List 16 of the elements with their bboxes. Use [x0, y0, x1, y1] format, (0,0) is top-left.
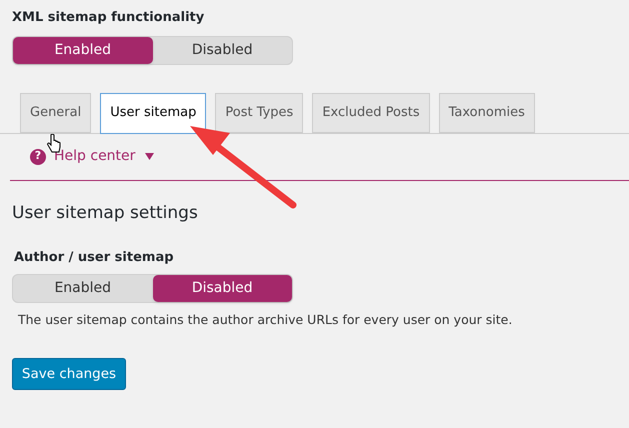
- toggle-option[interactable]: Enabled: [13, 274, 152, 302]
- tab[interactable]: Post Types: [215, 92, 304, 132]
- tab[interactable]: Excluded Posts: [312, 92, 430, 132]
- field-label: Author / user sitemap: [13, 249, 175, 267]
- tab[interactable]: User sitemap: [100, 92, 206, 134]
- field-label: XML sitemap functionality: [12, 9, 206, 27]
- toggle-option[interactable]: Disabled: [152, 274, 292, 302]
- field-description: The user sitemap contains the author archive URLs for every user on your site.: [17, 310, 514, 329]
- tab[interactable]: Taxonomies: [438, 92, 535, 132]
- tab[interactable]: General: [20, 92, 92, 132]
- help-center-link[interactable]: Help center: [54, 146, 154, 167]
- toggle-option[interactable]: Disabled: [152, 36, 292, 64]
- toggle-option[interactable]: Enabled: [13, 36, 152, 64]
- help-icon: ?: [30, 148, 46, 164]
- save-button[interactable]: Save changes: [12, 358, 126, 390]
- section-heading: User sitemap settings: [12, 202, 199, 224]
